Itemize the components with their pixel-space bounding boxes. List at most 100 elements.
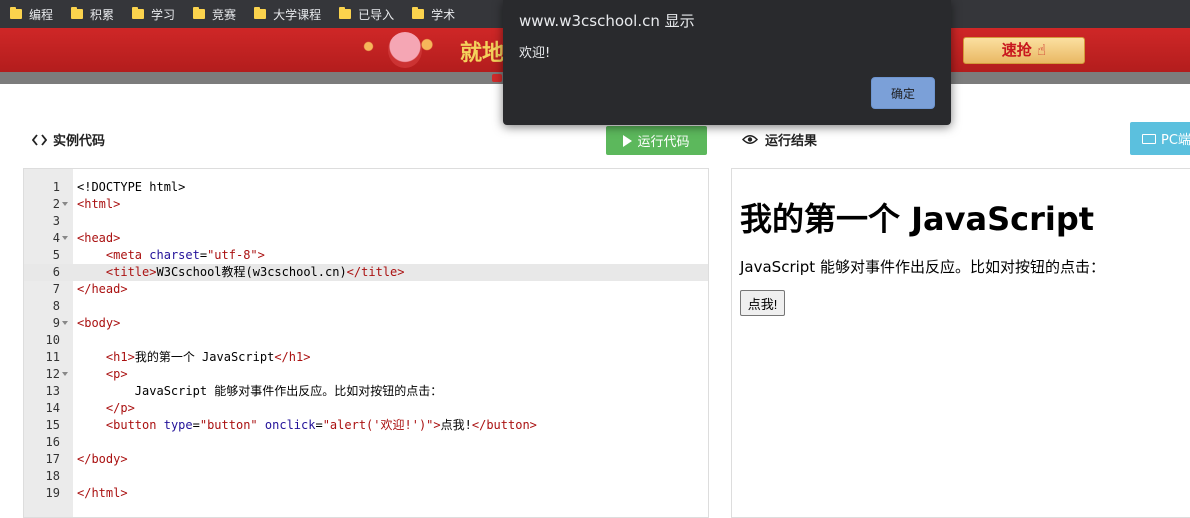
pc-view-button[interactable]: PC端 xyxy=(1130,122,1190,155)
code-panel-title: 实例代码 xyxy=(53,134,106,149)
line-number: 15 xyxy=(45,418,60,432)
line-number: 4 xyxy=(52,231,60,245)
folder-icon xyxy=(254,7,267,19)
pc-label: PC端 xyxy=(1161,133,1190,148)
alert-dialog: www.w3cschool.cn 显示 欢迎! 确定 xyxy=(503,0,951,125)
tryit-page: 实例代码 运行代码 运行结果 PC端 1 <!DOCTYPE html> 2 <htm… xyxy=(0,84,1190,518)
click-me-button[interactable]: 点我! xyxy=(740,290,785,316)
run-label: 运行代码 xyxy=(637,135,690,150)
code-line[interactable]: 7 </head> xyxy=(24,281,708,298)
code-line[interactable]: 9 <body> xyxy=(24,315,708,332)
fold-arrow-icon[interactable] xyxy=(62,321,68,325)
fold-arrow-icon[interactable] xyxy=(62,236,68,240)
line-number: 8 xyxy=(52,299,60,313)
line-number: 14 xyxy=(45,401,60,415)
code-line[interactable]: 3 xyxy=(24,213,708,230)
code-line[interactable]: 1 <!DOCTYPE html> xyxy=(24,179,708,196)
line-number: 17 xyxy=(45,452,60,466)
bookmark-folder[interactable]: 积累 xyxy=(65,3,126,25)
code-text: <body> xyxy=(77,316,121,330)
rush-button[interactable]: 速抢 ☝ xyxy=(963,37,1085,64)
code-line[interactable]: 8 xyxy=(24,298,708,315)
code-line[interactable]: 6 <title>W3Cschool教程(w3cschool.cn)</titl… xyxy=(24,264,708,281)
code-text: <meta charset="utf-8"> xyxy=(105,248,265,262)
fold-arrow-icon[interactable] xyxy=(62,202,68,206)
code-text: <!DOCTYPE html> xyxy=(77,180,186,194)
result-panel-header: 运行结果 xyxy=(742,130,817,149)
code-line[interactable]: 2 <html> xyxy=(24,196,708,213)
folder-icon xyxy=(193,7,206,19)
code-text: <p> xyxy=(105,367,128,381)
result-preview: 我的第一个 JavaScript JavaScript 能够对事件作出反应。比如… xyxy=(731,168,1190,518)
bookmark-label: 编程 xyxy=(29,7,54,22)
hand-pointer-icon: ☝ xyxy=(1037,41,1047,59)
preview-heading: 我的第一个 JavaScript xyxy=(740,200,1095,238)
ok-button[interactable]: 确定 xyxy=(871,77,935,109)
code-line[interactable]: 13 JavaScript 能够对事件作出反应。比如对按钮的点击： xyxy=(24,383,708,400)
eye-icon xyxy=(742,135,758,144)
bookmark-label: 竞赛 xyxy=(212,7,237,22)
code-text: </body> xyxy=(77,452,128,466)
code-line[interactable]: 19 </html> xyxy=(24,485,708,502)
bookmark-folder[interactable]: 已导入 xyxy=(333,3,406,25)
bookmark-folder[interactable]: 学术 xyxy=(406,3,467,25)
line-number: 16 xyxy=(45,435,60,449)
code-text: </html> xyxy=(77,486,128,500)
code-line[interactable]: 16 xyxy=(24,434,708,451)
code-text: <button type="button" onclick="alert('欢迎… xyxy=(105,418,537,432)
run-code-button[interactable]: 运行代码 xyxy=(606,126,707,155)
code-line[interactable]: 4 <head> xyxy=(24,230,708,247)
preview-paragraph: JavaScript 能够对事件作出反应。比如对按钮的点击： xyxy=(740,258,1105,276)
bookmark-label: 积累 xyxy=(90,7,115,22)
line-number: 6 xyxy=(52,265,60,279)
banner-badge xyxy=(492,74,502,82)
code-line[interactable]: 18 xyxy=(24,468,708,485)
code-line[interactable]: 10 xyxy=(24,332,708,349)
bookmark-folder[interactable]: 竞赛 xyxy=(187,3,248,25)
code-text: <title>W3Cschool教程(w3cschool.cn)</title> xyxy=(105,265,405,279)
bookmark-folder[interactable]: 编程 xyxy=(4,3,65,25)
line-number: 10 xyxy=(45,333,60,347)
folder-icon xyxy=(339,7,352,19)
code-text: </p> xyxy=(105,401,135,415)
code-line[interactable]: 5 <meta charset="utf-8"> xyxy=(24,247,708,264)
code-line[interactable]: 14 </p> xyxy=(24,400,708,417)
folder-icon xyxy=(10,7,22,19)
line-number: 13 xyxy=(45,384,60,398)
bookmark-folder[interactable]: 学习 xyxy=(126,3,187,25)
banner-text: 就地 xyxy=(460,41,505,66)
bookmark-label: 已导入 xyxy=(358,7,395,22)
line-number: 18 xyxy=(45,469,60,483)
code-text: <h1>我的第一个 JavaScript</h1> xyxy=(105,350,311,364)
line-number: 2 xyxy=(52,197,60,211)
code-panel-header: 实例代码 xyxy=(32,130,105,149)
line-number: 9 xyxy=(52,316,60,330)
folder-icon xyxy=(132,7,145,19)
play-icon xyxy=(623,134,633,147)
code-line[interactable]: 15 <button type="button" onclick="alert(… xyxy=(24,417,708,434)
code-text: <html> xyxy=(77,197,121,211)
line-number: 5 xyxy=(52,248,60,262)
monitor-icon xyxy=(1142,133,1156,144)
code-text: <head> xyxy=(77,231,121,245)
line-number: 3 xyxy=(52,214,60,228)
code-icon xyxy=(32,133,47,146)
result-panel-title: 运行结果 xyxy=(765,134,818,149)
line-number: 12 xyxy=(45,367,60,381)
line-number: 1 xyxy=(52,180,60,194)
dialog-message: 欢迎! xyxy=(519,46,551,61)
line-number: 7 xyxy=(52,282,60,296)
code-line[interactable]: 17 </body> xyxy=(24,451,708,468)
fold-arrow-icon[interactable] xyxy=(62,372,68,376)
rush-label: 速抢 xyxy=(1001,41,1032,59)
code-line[interactable]: 11 <h1>我的第一个 JavaScript</h1> xyxy=(24,349,708,366)
folder-icon xyxy=(412,7,425,19)
line-number: 11 xyxy=(45,350,60,364)
folder-icon xyxy=(71,7,84,19)
dialog-title: www.w3cschool.cn 显示 xyxy=(519,12,695,30)
bookmark-folder[interactable]: 大学课程 xyxy=(248,3,333,25)
code-line[interactable]: 12 <p> xyxy=(24,366,708,383)
mascot-image xyxy=(388,32,422,68)
code-text: </head> xyxy=(77,282,128,296)
code-editor[interactable]: 1 <!DOCTYPE html> 2 <html> 3 4 <head> 5 <meta c… xyxy=(23,168,709,518)
